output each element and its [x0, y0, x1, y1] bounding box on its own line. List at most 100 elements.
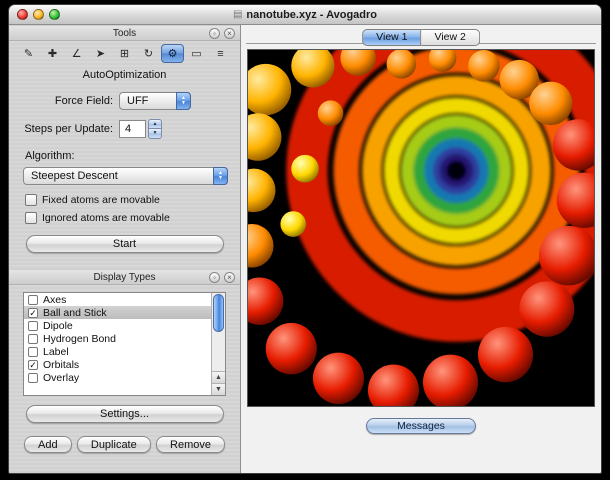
stepper-up-button[interactable]: ▲ [148, 119, 162, 129]
navigate-tool-button[interactable]: ✚ [41, 44, 64, 63]
manipulate-tool-button[interactable]: ⊞ [113, 44, 136, 63]
list-item-label: Overlay [43, 371, 80, 384]
selection-tool-button[interactable]: ➤ [89, 44, 112, 63]
3d-viewport[interactable] [247, 49, 595, 407]
label-checkbox[interactable] [28, 346, 38, 357]
detach-panel-icon[interactable]: ◦ [209, 28, 220, 39]
messages-button[interactable]: Messages [366, 418, 476, 434]
stepper-down-button[interactable]: ▼ [148, 129, 162, 139]
ruler-icon: ▭ [191, 48, 202, 60]
algorithm-label: Algorithm: [25, 150, 75, 162]
display-types-panel-header[interactable]: Display Types ◦ × [9, 269, 240, 285]
measure-tool-button[interactable]: ▭ [185, 44, 208, 63]
scrollbar-thumb[interactable] [213, 294, 224, 332]
ignored-atoms-label: Ignored atoms are movable [42, 212, 170, 224]
tools-panel-buttons: ◦ × [209, 28, 235, 39]
force-field-row: Force Field: UFF ▲ ▼ [9, 92, 240, 110]
navigate-icon: ✚ [47, 48, 58, 60]
list-item-label: Hydrogen Bond [43, 332, 116, 345]
minimize-window-button[interactable] [33, 9, 44, 20]
list-item-label: Ball and Stick [43, 306, 107, 319]
window-title: ▤ nanotube.xyz - Avogadro [233, 9, 377, 21]
list-item-ball-and-stick[interactable]: ✓ Ball and Stick [24, 306, 211, 319]
dropdown-arrows-icon: ▲ ▼ [213, 167, 228, 185]
axes-checkbox[interactable] [28, 294, 38, 305]
dipole-checkbox[interactable] [28, 320, 38, 331]
display-types-rows: Axes ✓ Ball and Stick Dipole Hydrogen Bo… [24, 293, 211, 384]
dropdown-arrows-icon: ▲ ▼ [176, 92, 191, 110]
duplicate-button[interactable]: Duplicate [76, 436, 151, 453]
force-field-value: UFF [127, 95, 149, 107]
steps-input[interactable]: 4 [119, 120, 146, 138]
close-panel-icon[interactable]: × [224, 272, 235, 283]
autooptimization-title: AutoOptimization [82, 69, 167, 81]
steps-row: Steps per Update: 4 ▲ ▼ [9, 119, 240, 139]
remove-button[interactable]: Remove [156, 436, 225, 453]
hydrogen-bond-checkbox[interactable] [28, 333, 38, 344]
window-content: Tools ◦ × ✎ ✚ ∠ ➤ ⊞ ↻ ⚙ ▭ ≡ AutoOptimiza… [9, 25, 601, 473]
display-actions: Add Duplicate Remove [9, 436, 240, 453]
list-item-label-display[interactable]: Label [24, 345, 211, 358]
move-icon: ⊞ [119, 48, 130, 60]
steps-label: Steps per Update: [24, 123, 113, 135]
orbitals-checkbox[interactable]: ✓ [28, 359, 38, 370]
auto-optimize-tool-button[interactable]: ⚙ [161, 44, 184, 63]
cursor-arrow-icon: ➤ [95, 48, 106, 60]
display-types-title: Display Types [93, 271, 156, 283]
force-field-label: Force Field: [54, 95, 113, 107]
tab-view-1[interactable]: View 1 [362, 29, 422, 46]
list-item-label: Dipole [43, 319, 73, 332]
algorithm-dropdown[interactable]: Steepest Descent ▲ ▼ [23, 167, 228, 185]
algorithm-value: Steepest Descent [31, 170, 118, 182]
zoom-window-button[interactable] [49, 9, 60, 20]
auto-rotate-tool-button[interactable]: ↻ [137, 44, 160, 63]
list-item-label: Axes [43, 293, 67, 306]
force-field-dropdown[interactable]: UFF ▲ ▼ [119, 92, 191, 110]
start-button[interactable]: Start [25, 235, 224, 253]
list-item-label: Label [43, 345, 69, 358]
align-tool-button[interactable]: ≡ [209, 44, 232, 63]
scroll-down-icon[interactable]: ▼ [212, 383, 225, 395]
rotate-icon: ↻ [143, 48, 154, 60]
tools-panel-title: Tools [112, 27, 137, 39]
messages-row: Messages [241, 407, 601, 473]
bond-centric-tool-button[interactable]: ∠ [65, 44, 88, 63]
tab-view-2[interactable]: View 2 [421, 29, 480, 46]
list-item-dipole[interactable]: Dipole [24, 319, 211, 332]
align-icon: ≡ [217, 47, 224, 60]
window-controls [17, 9, 60, 20]
list-item-axes[interactable]: Axes [24, 293, 211, 306]
display-types-list: Axes ✓ Ball and Stick Dipole Hydrogen Bo… [23, 292, 226, 396]
add-button[interactable]: Add [24, 436, 72, 453]
tools-sidebar: Tools ◦ × ✎ ✚ ∠ ➤ ⊞ ↻ ⚙ ▭ ≡ AutoOptimiza… [9, 25, 241, 473]
list-item-orbitals[interactable]: ✓ Orbitals [24, 358, 211, 371]
view-tabs: View 1 View 2 [362, 29, 480, 46]
list-item-overlay[interactable]: Overlay [24, 371, 211, 384]
display-panel-buttons: ◦ × [209, 272, 235, 283]
down-arrow-icon: ▼ [181, 100, 186, 106]
ignored-atoms-checkbox[interactable] [25, 212, 37, 224]
draw-tool-button[interactable]: ✎ [17, 44, 40, 63]
view-area: View 1 View 2 Messages [241, 25, 601, 473]
tools-panel-header[interactable]: Tools ◦ × [9, 25, 240, 41]
view-tabstrip: View 1 View 2 [241, 27, 601, 47]
scroll-up-icon[interactable]: ▲ [212, 371, 225, 383]
fixed-atoms-checkbox[interactable] [25, 194, 37, 206]
pencil-icon: ✎ [23, 48, 34, 60]
window-title-text: nanotube.xyz - Avogadro [246, 8, 378, 21]
steps-spinner: 4 ▲ ▼ [119, 119, 162, 139]
close-window-button[interactable] [17, 9, 28, 20]
close-panel-icon[interactable]: × [224, 28, 235, 39]
list-scrollbar[interactable]: ▲ ▼ [211, 293, 225, 395]
steps-stepper: ▲ ▼ [148, 119, 162, 139]
settings-button[interactable]: Settings... [25, 405, 224, 423]
overlay-checkbox[interactable] [28, 372, 38, 383]
fixed-atoms-row: Fixed atoms are movable [9, 194, 240, 206]
nanotube-render [248, 50, 594, 406]
list-item-hydrogen-bond[interactable]: Hydrogen Bond [24, 332, 211, 345]
ball-and-stick-checkbox[interactable]: ✓ [28, 307, 38, 318]
gear-icon: ⚙ [167, 48, 178, 60]
title-bar[interactable]: ▤ nanotube.xyz - Avogadro [9, 5, 601, 25]
document-icon: ▤ [232, 9, 243, 20]
detach-panel-icon[interactable]: ◦ [209, 272, 220, 283]
